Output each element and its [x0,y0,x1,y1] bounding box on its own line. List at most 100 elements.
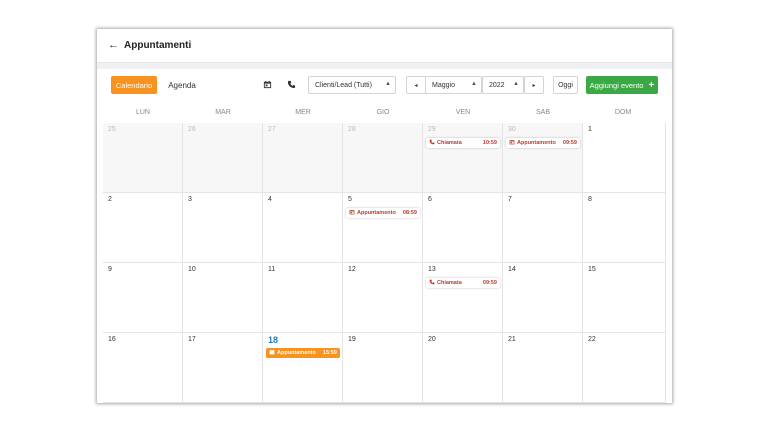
day-cell[interactable]: 27 [263,123,343,193]
day-number: 5 [348,196,352,203]
day-number: 25 [108,126,116,133]
day-cell[interactable]: 1 [583,123,666,193]
next-month-button[interactable]: ▸ [524,76,544,94]
client-filter-value: Clienti/Lead (Tutti) [315,81,372,89]
month-select[interactable]: Maggio ▲ [425,76,482,94]
day-cell[interactable]: 20 [423,333,503,403]
event-chip[interactable]: Chiamata 10:59 [426,138,500,148]
plus-icon: + [648,79,655,91]
client-filter-select[interactable]: Clienti/Lead (Tutti) ▲ [308,76,396,94]
day-number: 14 [508,266,516,273]
today-day-number: 18 [268,335,279,345]
event-chip[interactable]: Appuntamento 15:59 [266,348,340,358]
day-cell[interactable]: 19 [343,333,423,403]
day-cell[interactable]: 16 [103,333,183,403]
day-cell[interactable]: 9 [103,263,183,333]
day-number: 13 [428,266,436,273]
day-number: 4 [268,196,272,203]
day-number: 29 [428,126,436,133]
calendar-filter-icon[interactable] [261,78,273,91]
day-cell[interactable]: 26 [183,123,263,193]
day-number: 20 [428,336,436,343]
day-cell[interactable]: 30 Appuntamento 09:59 [503,123,583,193]
event-chip[interactable]: Chiamata 09:59 [426,278,500,288]
day-cell[interactable]: 18 Appuntamento 15:59 [263,333,343,403]
event-chip[interactable]: Appuntamento 08:59 [346,208,420,218]
day-cell[interactable]: 3 [183,193,263,263]
day-number: 28 [348,126,356,133]
day-number: 7 [508,196,512,203]
page-title: Appuntamenti [124,40,192,51]
select-arrows-icon: ▲ [385,81,391,87]
day-cell[interactable]: 10 [183,263,263,333]
select-arrows-icon: ▲ [513,81,519,87]
day-number: 3 [188,196,192,203]
day-number: 22 [588,336,596,343]
phone-icon [429,279,437,287]
day-cell[interactable]: 12 [343,263,423,333]
day-cell[interactable]: 17 [183,333,263,403]
event-time: 08:59 [402,210,417,216]
day-cell[interactable]: 13 Chiamata 09:59 [423,263,503,333]
day-number: 16 [108,336,116,343]
event-label: Chiamata [437,140,462,146]
day-number: 2 [108,196,112,203]
day-cell[interactable]: 28 [343,123,423,193]
arrow-left-icon[interactable]: ← [108,39,119,51]
weekday-label: VEN [455,109,471,116]
day-number: 12 [348,266,356,273]
calendar-icon [269,349,277,357]
calendar-view-button[interactable]: Calendario [111,76,157,94]
weekday-label: SAB [535,109,550,116]
event-label: Appuntamento [357,210,396,216]
agenda-view-button[interactable]: Agenda [163,76,201,94]
day-number: 19 [348,336,356,343]
weekday-label: DOM [614,109,632,116]
day-number: 30 [508,126,516,133]
day-cell[interactable]: 15 [583,263,666,333]
day-cell[interactable]: 21 [503,333,583,403]
day-cell[interactable]: 8 [583,193,666,263]
day-cell[interactable]: 4 [263,193,343,263]
event-label: Appuntamento [517,140,556,146]
day-cell[interactable]: 11 [263,263,343,333]
event-time: 09:59 [482,280,497,286]
day-number: 15 [588,266,596,273]
day-cell[interactable]: 2 [103,193,183,263]
day-number: 6 [428,196,432,203]
day-number: 8 [588,196,592,203]
day-number: 17 [188,336,196,343]
event-time: 15:59 [322,350,337,356]
year-select[interactable]: 2022 ▲ [482,76,524,94]
day-number: 26 [188,126,196,133]
day-cell[interactable]: 7 [503,193,583,263]
today-button[interactable]: Oggi [553,76,578,94]
phone-filter-icon[interactable] [285,78,297,91]
day-cell[interactable]: 14 [503,263,583,333]
weekday-header: LUN MAR MER GIO VEN SAB DOM [103,109,666,123]
add-event-button[interactable]: Aggiungi evento + [586,76,658,94]
event-chip[interactable]: Appuntamento 09:59 [506,138,580,148]
app-window: ← Appuntamenti Calendario Agenda Clienti… [97,29,672,403]
day-number: 27 [268,126,276,133]
select-arrows-icon: ▲ [471,81,477,87]
month-grid: 25 26 27 28 29 Chiamata 10:59 30 Appuntamento 09:… [103,123,666,403]
add-event-label: Aggiungi evento [589,80,644,90]
chevron-right-icon: ▸ [532,82,536,89]
day-number: 21 [508,336,516,343]
day-cell[interactable]: 25 [103,123,183,193]
calendar-toolbar: Calendario Agenda Clienti/Lead (Tutti) ▲… [103,69,666,101]
weekday-label: MER [295,109,311,116]
day-number: 11 [268,266,276,273]
month-value: Maggio [432,81,455,89]
calendar-icon [349,209,357,217]
day-number: 9 [108,266,112,273]
day-cell[interactable]: 22 [583,333,666,403]
day-number: 1 [588,126,592,133]
day-cell[interactable]: 6 [423,193,503,263]
weekday-label: GIO [376,109,390,116]
day-cell[interactable]: 29 Chiamata 10:59 [423,123,503,193]
day-cell[interactable]: 5 Appuntamento 08:59 [343,193,423,263]
prev-month-button[interactable]: ◂ [406,76,426,94]
chevron-left-icon: ◂ [414,82,418,89]
